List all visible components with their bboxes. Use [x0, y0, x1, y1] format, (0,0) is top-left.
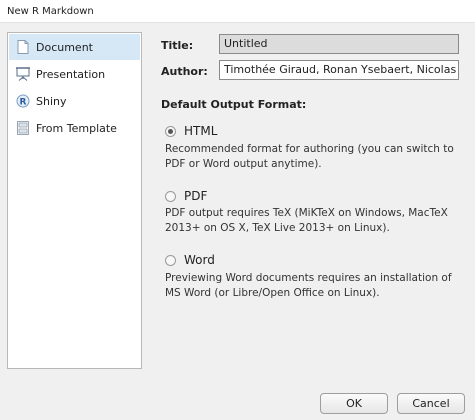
- presentation-icon: [16, 67, 30, 81]
- title-bar: New R Markdown: [0, 0, 475, 23]
- word-option-description: Previewing Word documents requires an in…: [165, 272, 452, 299]
- word-option[interactable]: Word: [165, 253, 215, 267]
- html-option-description: Recommended format for authoring (you ca…: [165, 143, 454, 170]
- radio-selected-dot: [168, 128, 173, 134]
- cancel-button[interactable]: Cancel: [397, 393, 465, 414]
- window-title: New R Markdown: [7, 6, 94, 17]
- document-icon: [16, 40, 30, 54]
- sidebar-item-label: Shiny: [36, 94, 67, 108]
- html-option[interactable]: HTML: [165, 124, 217, 138]
- pdf-option-description: PDF output requires TeX (MiKTeX on Windo…: [165, 207, 448, 234]
- sidebar-item-shiny[interactable]: R Shiny: [9, 88, 140, 114]
- sidebar-item-from-template[interactable]: From Template: [9, 115, 140, 141]
- svg-text:R: R: [20, 98, 27, 108]
- html-option-label: HTML: [184, 124, 218, 138]
- word-radio[interactable]: [165, 254, 176, 266]
- pdf-option-label: PDF: [184, 189, 208, 203]
- sidebar-item-presentation[interactable]: Presentation: [9, 61, 140, 87]
- new-r-markdown-dialog: New R Markdown Document Presentation R S…: [0, 0, 475, 420]
- html-radio[interactable]: [165, 125, 176, 137]
- sidebar-item-document[interactable]: Document: [9, 34, 140, 60]
- shiny-icon: R: [16, 94, 30, 108]
- output-format-heading: Default Output Format:: [161, 98, 307, 111]
- word-option-label: Word: [184, 253, 215, 267]
- author-label: Author:: [161, 65, 208, 78]
- pdf-radio[interactable]: [165, 190, 176, 202]
- pdf-option[interactable]: PDF: [165, 189, 207, 203]
- sidebar-item-label: Presentation: [36, 67, 106, 81]
- template-icon: [16, 121, 30, 135]
- title-input[interactable]: Untitled: [219, 34, 459, 54]
- sidebar: Document Presentation R Shiny From Templ…: [7, 32, 142, 369]
- title-label: Title:: [161, 39, 194, 52]
- sidebar-item-label: From Template: [36, 121, 117, 135]
- ok-button[interactable]: OK: [320, 393, 388, 414]
- author-input[interactable]: Timothée Giraud, Ronan Ysebaert, Nicolas…: [219, 60, 459, 80]
- sidebar-item-label: Document: [36, 40, 93, 54]
